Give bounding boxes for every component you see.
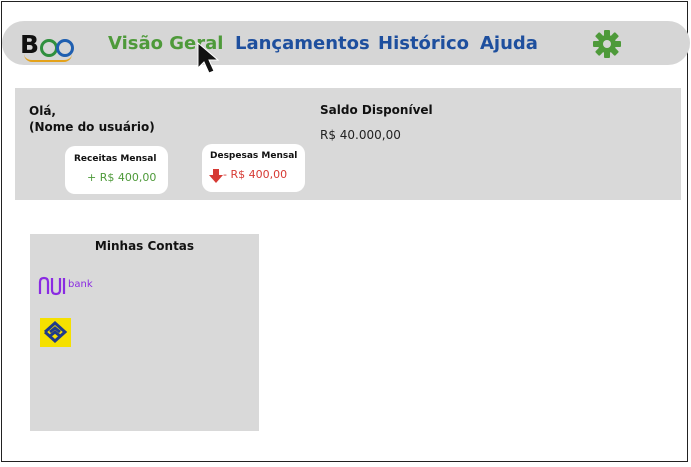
greeting: Olá, (Nome do usuário) <box>29 103 155 135</box>
greeting-hello: Olá, <box>29 104 56 118</box>
expense-card[interactable]: Despesas Mensal - R$ 400,00 <box>202 144 305 192</box>
logo-swoosh <box>24 54 72 62</box>
down-arrow-icon <box>209 169 223 183</box>
mouse-cursor-icon <box>197 42 220 74</box>
nubank-logo[interactable]: bank <box>38 276 98 296</box>
accounts-title: Minhas Contas <box>94 239 195 253</box>
summary-panel: Olá, (Nome do usuário) Saldo Disponível … <box>15 88 681 200</box>
banco-do-brasil-icon <box>43 320 68 344</box>
accounts-panel: Minhas Contas bank <box>30 234 259 431</box>
expense-value: - R$ 400,00 <box>223 168 288 181</box>
balance-value: R$ 40.000,00 <box>320 128 401 142</box>
nav-ajuda[interactable]: Ajuda <box>480 33 538 54</box>
boo-logo[interactable]: B <box>20 30 76 62</box>
gear-icon[interactable] <box>592 29 622 59</box>
income-card[interactable]: Receitas Mensal + R$ 400,00 <box>65 146 168 194</box>
balance-label: Saldo Disponível <box>320 103 433 117</box>
expense-title: Despesas Mensal <box>210 151 298 161</box>
nubank-label: bank <box>68 279 93 290</box>
nav-historico[interactable]: Histórico <box>378 33 469 54</box>
top-navbar: B Visão Geral Lançamentos Histórico Ajud… <box>2 21 690 65</box>
nubank-nu-icon <box>38 276 66 296</box>
banco-do-brasil-logo[interactable] <box>40 318 71 347</box>
income-value: + R$ 400,00 <box>87 171 157 184</box>
income-title: Receitas Mensal <box>74 154 157 164</box>
nav-lancamentos[interactable]: Lançamentos <box>235 33 370 54</box>
greeting-username: (Nome do usuário) <box>29 120 155 134</box>
